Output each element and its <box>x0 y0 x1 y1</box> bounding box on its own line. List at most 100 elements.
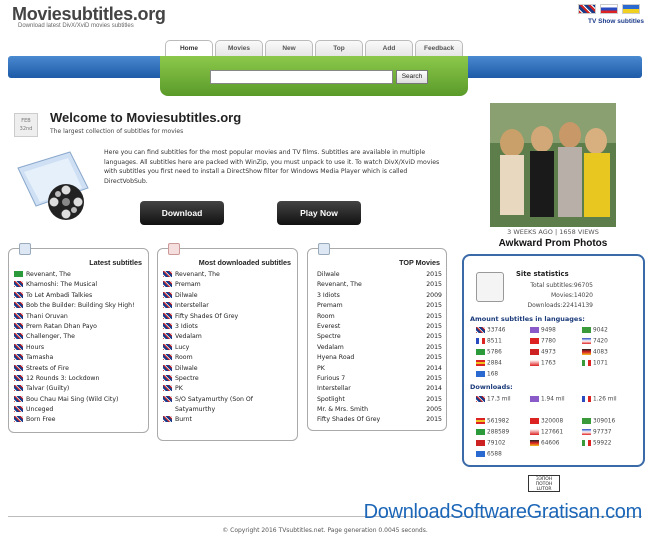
download-count[interactable]: 288589 <box>476 429 509 436</box>
stats-movies: Movies:14020 <box>551 292 593 299</box>
download-count[interactable]: 6588 <box>476 451 502 458</box>
download-count[interactable]: 1.94 mil <box>530 396 570 403</box>
list-item[interactable]: Fifty Shades Of Grey <box>163 312 295 322</box>
list-item[interactable]: Born Free <box>14 415 144 425</box>
ukraine-flag-icon[interactable] <box>622 4 640 14</box>
download-count[interactable]: 59922 <box>582 440 611 447</box>
flag-icon <box>14 406 23 413</box>
play-now-button[interactable]: Play Now <box>277 201 361 225</box>
list-item[interactable]: Prem Ratan Dhan Payo <box>14 322 144 332</box>
list-item[interactable]: Room 2015 <box>317 312 442 322</box>
tab-movies[interactable]: Movies <box>215 40 263 56</box>
list-item[interactable]: Dilwale <box>163 364 295 374</box>
list-item[interactable]: Room <box>163 353 295 363</box>
list-item[interactable]: Hyena Road 2015 <box>317 353 442 363</box>
list-item[interactable]: Challenger, The <box>14 332 144 342</box>
tab-top[interactable]: Top <box>315 40 363 56</box>
tab-new[interactable]: New <box>265 40 313 56</box>
search-button[interactable]: Search <box>396 70 428 84</box>
list-item[interactable]: Unceged <box>14 405 144 415</box>
lang-count[interactable]: 9042 <box>582 327 608 334</box>
stats-total: Total subtitles:96705 <box>530 282 593 289</box>
latest-panel-title: Latest subtitles <box>89 258 142 267</box>
lang-count[interactable]: 7420 <box>582 338 608 345</box>
lang-count[interactable]: 7780 <box>530 338 556 345</box>
list-item[interactable]: Interstellar 2014 <box>317 384 442 394</box>
prom-photo-image[interactable] <box>490 103 616 227</box>
lang-count[interactable]: 9498 <box>530 327 556 334</box>
list-item[interactable]: Revenant, The <box>14 270 144 280</box>
download-count[interactable]: 309016 <box>582 418 615 425</box>
flag-icon <box>14 333 23 340</box>
lang-count[interactable]: 33746 <box>476 327 505 334</box>
lang-count[interactable]: 1071 <box>582 360 608 367</box>
list-item[interactable]: Spectre 2015 <box>317 332 442 342</box>
nav-tabs: Home Movies New Top Add Feedback <box>165 40 463 56</box>
list-item[interactable]: PK 2014 <box>317 364 442 374</box>
hit-counter-logo[interactable]: ЗЭПОН ПОТОН LUTOR <box>528 475 560 492</box>
lang-count[interactable]: 5786 <box>476 349 502 356</box>
languages-heading: Amount subtitles in languages: <box>470 315 585 323</box>
download-count[interactable]: 97737 <box>582 429 611 436</box>
list-item[interactable]: Thani Oruvan <box>14 312 144 322</box>
site-tagline: Download latest DivX/XviD movies subtitl… <box>18 23 134 29</box>
lang-count[interactable]: 4973 <box>530 349 556 356</box>
tab-home[interactable]: Home <box>165 40 213 56</box>
list-item[interactable]: Furious 7 2015 <box>317 374 442 384</box>
list-item[interactable]: S/O Satyamurthy (Son Of Satyamurthy <box>163 395 295 415</box>
flag-icon <box>163 395 172 402</box>
list-item[interactable]: Spectre <box>163 374 295 384</box>
download-count[interactable]: 64606 <box>530 440 559 447</box>
lang-count[interactable]: 168 <box>476 371 498 378</box>
list-item[interactable]: Dilwale 2015 <box>317 270 442 280</box>
download-count[interactable]: 17.3 mil <box>476 396 516 403</box>
tv-show-subtitles-link[interactable]: TV Show subtitles <box>588 18 644 25</box>
list-item[interactable]: Everest 2015 <box>317 322 442 332</box>
list-item[interactable]: 3 Idiots 2009 <box>317 291 442 301</box>
list-item[interactable]: Bob the Builder: Building Sky High! <box>14 301 144 311</box>
list-item[interactable]: Interstellar <box>163 301 295 311</box>
list-item[interactable]: PK <box>163 384 295 394</box>
lang-count[interactable]: 2884 <box>476 360 502 367</box>
search-input[interactable] <box>210 70 393 84</box>
list-item[interactable]: Revenant, The 2015 <box>317 280 442 290</box>
lang-count[interactable]: 8511 <box>476 338 502 345</box>
list-item[interactable]: Vedalam <box>163 332 295 342</box>
flag-icon <box>14 291 23 298</box>
download-count[interactable]: 320008 <box>530 418 563 425</box>
list-item[interactable]: 12 Rounds 3: Lockdown <box>14 374 144 384</box>
tab-add[interactable]: Add <box>365 40 413 56</box>
list-item[interactable]: Talvar (Guilty) <box>14 384 144 394</box>
download-count[interactable]: 561982 <box>476 418 509 425</box>
flag-icon <box>14 271 23 277</box>
lang-count[interactable]: 1763 <box>530 360 556 367</box>
download-count[interactable]: 79102 <box>476 440 505 447</box>
list-item[interactable]: Burnt <box>163 415 295 425</box>
lang-count[interactable]: 4083 <box>582 349 608 356</box>
list-item[interactable]: Mr. & Mrs. Smith 2005 <box>317 405 442 415</box>
download-count[interactable]: 127661 <box>530 429 563 436</box>
list-item[interactable]: Revenant, The <box>163 270 295 280</box>
top-movies-panel: TOP Movies Dilwale 2015 Revenant, The 2015… <box>307 243 447 431</box>
download-button[interactable]: Download <box>140 201 224 225</box>
list-item[interactable]: Dilwale <box>163 291 295 301</box>
list-item[interactable]: Khamoshi: The Musical <box>14 280 144 290</box>
list-item[interactable]: Premam <box>163 280 295 290</box>
list-item[interactable]: Premam 2015 <box>317 301 442 311</box>
promo-title[interactable]: Awkward Prom Photos <box>490 238 616 249</box>
list-item[interactable]: 3 Idiots <box>163 322 295 332</box>
download-count[interactable]: 1.26 mil <box>582 396 622 403</box>
list-item[interactable]: To Let Ambadi Talkies <box>14 291 144 301</box>
list-item[interactable]: Hours <box>14 343 144 353</box>
site-logo[interactable]: Moviesubtitles.org <box>12 4 166 25</box>
list-item[interactable]: Streets of Fire <box>14 364 144 374</box>
list-item[interactable]: Spotlight 2015 <box>317 395 442 405</box>
list-item[interactable]: Lucy <box>163 343 295 353</box>
russia-flag-icon[interactable] <box>600 4 618 14</box>
list-item[interactable]: Tamasha <box>14 353 144 363</box>
tab-feedback[interactable]: Feedback <box>415 40 463 56</box>
list-item[interactable]: Fifty Shades Of Grey 2015 <box>317 415 442 425</box>
list-item[interactable]: Bou Chau Mai Sing (Wild City) <box>14 395 144 405</box>
list-item[interactable]: Vedalam 2015 <box>317 343 442 353</box>
uk-flag-icon[interactable] <box>578 4 596 14</box>
